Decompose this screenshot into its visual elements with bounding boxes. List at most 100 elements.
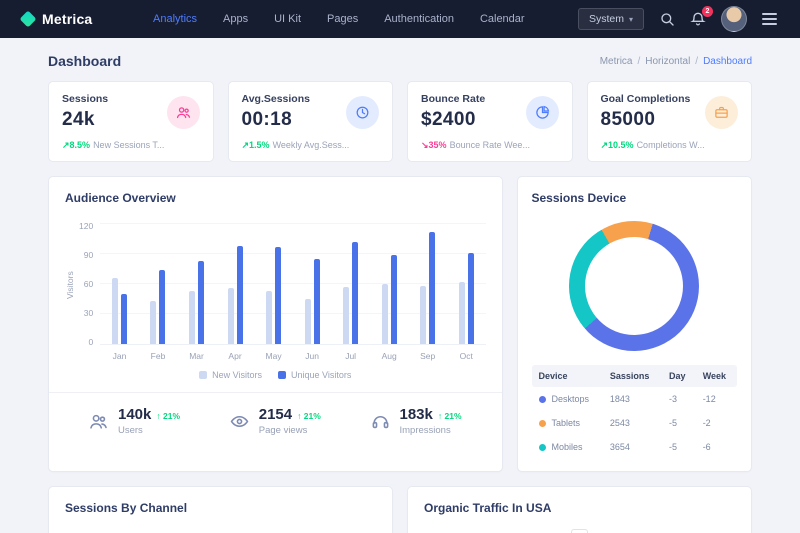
y-tick-label: 120 xyxy=(79,221,93,231)
device-cell: Tablets xyxy=(532,411,603,435)
nav-item-apps[interactable]: Apps xyxy=(210,0,261,38)
column-header-device: Device xyxy=(532,365,603,387)
bar-group-oct xyxy=(447,225,486,344)
stat-card-value: $2400 xyxy=(421,109,485,131)
device-cell: Mobiles xyxy=(532,435,603,459)
bar-chart-ylabel: Visitors xyxy=(65,225,75,345)
table-row-mobiles[interactable]: Mobiles3654-5-6 xyxy=(532,435,738,459)
nav-item-ui-kit[interactable]: UI Kit xyxy=(261,0,314,38)
bar-unique-visitors xyxy=(121,294,127,344)
table-row-desktops[interactable]: Desktops1843-3-12 xyxy=(532,387,738,411)
device-table: DeviceSassionsDayWeek Desktops1843-3-12T… xyxy=(532,365,738,459)
page-title: Dashboard xyxy=(48,53,121,69)
bar-chart-months: JanFebMarAprMayJunJulAugSepOct xyxy=(100,351,485,361)
bar-new-visitors xyxy=(189,291,195,344)
nav-item-authentication[interactable]: Authentication xyxy=(371,0,467,38)
search-icon[interactable] xyxy=(659,11,675,27)
stats-row: Sessions24k↗8.5%New Sessions T...Avg.Ses… xyxy=(48,81,752,162)
bell-icon[interactable]: 2 xyxy=(690,11,706,27)
breadcrumb: Metrica/Horizontal/Dashboard xyxy=(600,56,752,67)
breadcrumb-item-metrica[interactable]: Metrica xyxy=(600,56,633,67)
breadcrumb-separator: / xyxy=(637,56,640,67)
x-tick-label: Mar xyxy=(177,351,216,361)
legend-item-unique-visitors: Unique Visitors xyxy=(278,370,351,380)
x-tick-label: Feb xyxy=(139,351,178,361)
tablets-dot-icon xyxy=(539,420,546,427)
breadcrumb-item-dashboard[interactable]: Dashboard xyxy=(703,56,752,67)
bar-group-jul xyxy=(331,225,370,344)
x-tick-label: Aug xyxy=(370,351,409,361)
bar-new-visitors xyxy=(266,291,272,344)
menu-icon[interactable] xyxy=(762,10,778,28)
cell-sassions: 3654 xyxy=(603,435,662,459)
donut-chart xyxy=(569,221,699,351)
x-tick-label: May xyxy=(254,351,293,361)
trend-down-icon: ↘35% xyxy=(421,140,447,150)
donut-hole xyxy=(585,237,683,335)
nav-item-calendar[interactable]: Calendar xyxy=(467,0,538,38)
stat-card-goal-completions: Goal Completions85000↗10.5%Completions W… xyxy=(587,81,753,162)
brand-diamond-icon xyxy=(20,11,37,28)
device-table-body: Desktops1843-3-12Tablets2543-5-2Mobiles3… xyxy=(532,387,738,459)
legend-label: New Visitors xyxy=(212,370,262,380)
cell-week: -6 xyxy=(696,435,737,459)
audience-overview-card: Audience Overview Visitors 0306090120 Ja… xyxy=(48,176,503,472)
stat-card-note: ↗10.5%Completions W... xyxy=(601,140,739,151)
nav-item-pages[interactable]: Pages xyxy=(314,0,371,38)
audience-summary: 140k↑ 21%Users2154↑ 21%Page views183k↑ 2… xyxy=(49,392,502,450)
avatar[interactable] xyxy=(721,6,747,32)
x-tick-label: Jun xyxy=(293,351,332,361)
system-dropdown-button[interactable]: System ▾ xyxy=(578,8,644,30)
organic-traffic-card: Organic Traffic In USA + xyxy=(407,486,752,533)
eye-icon xyxy=(230,412,249,431)
bar-group-aug xyxy=(370,225,409,344)
breadcrumb-item-horizontal[interactable]: Horizontal xyxy=(645,56,690,67)
y-tick-label: 90 xyxy=(79,250,93,260)
bottom-row: Sessions By Channel Organic SearchSocial… xyxy=(48,486,752,533)
chevron-down-icon: ▾ xyxy=(629,15,633,24)
page-header: Dashboard Metrica/Horizontal/Dashboard xyxy=(0,38,800,81)
bar-new-visitors xyxy=(150,301,156,344)
brand[interactable]: Metrica xyxy=(22,11,140,27)
sessions-by-channel-card: Sessions By Channel Organic SearchSocial… xyxy=(48,486,393,533)
bar-chart-yaxis: 0306090120 xyxy=(75,221,100,347)
summary-page-views: 2154↑ 21%Page views xyxy=(230,406,321,436)
x-tick-label: Sep xyxy=(408,351,447,361)
bar-new-visitors xyxy=(305,299,311,344)
bar-chart-legend: New Visitors Unique Visitors xyxy=(65,370,486,380)
x-tick-label: Jul xyxy=(331,351,370,361)
cell-day: -5 xyxy=(662,435,696,459)
table-row-tablets[interactable]: Tablets2543-5-2 xyxy=(532,411,738,435)
sessions-by-channel-title: Sessions By Channel xyxy=(65,501,376,515)
system-dropdown-label: System xyxy=(589,13,624,25)
bar-unique-visitors xyxy=(391,255,397,344)
nav-menu: AnalyticsAppsUI KitPagesAuthenticationCa… xyxy=(140,0,578,38)
bar-group-sep xyxy=(408,225,447,344)
summary-label: Page views xyxy=(259,425,321,436)
cell-week: -12 xyxy=(696,387,737,411)
nav-item-analytics[interactable]: Analytics xyxy=(140,0,210,38)
sessions-device-card: Sessions Device DeviceSassionsDayWeek De… xyxy=(517,176,753,472)
x-tick-label: Apr xyxy=(216,351,255,361)
legend-label: Unique Visitors xyxy=(291,370,351,380)
topbar: Metrica AnalyticsAppsUI KitPagesAuthenti… xyxy=(0,0,800,38)
bar-chart-area: JanFebMarAprMayJunJulAugSepOct xyxy=(100,225,485,361)
bar-unique-visitors xyxy=(159,270,165,344)
bar-unique-visitors xyxy=(198,261,204,344)
bar-chart-plot xyxy=(100,225,485,345)
bar-new-visitors xyxy=(459,282,465,344)
desktops-dot-icon xyxy=(539,396,546,403)
bar-unique-visitors xyxy=(275,247,281,344)
map-zoom-in-button[interactable]: + xyxy=(571,529,588,533)
legend-swatch xyxy=(278,371,286,379)
gridline xyxy=(100,223,485,224)
summary-delta: ↑ 21% xyxy=(438,411,462,421)
trend-up-icon: ↗10.5% xyxy=(601,140,634,150)
stat-card-value: 24k xyxy=(62,109,108,131)
users-icon xyxy=(167,96,200,129)
cell-sassions: 1843 xyxy=(603,387,662,411)
trend-up-icon: ↗8.5% xyxy=(62,140,90,150)
column-header-sassions: Sassions xyxy=(603,365,662,387)
bar-new-visitors xyxy=(228,288,234,344)
bar-group-jun xyxy=(293,225,332,344)
